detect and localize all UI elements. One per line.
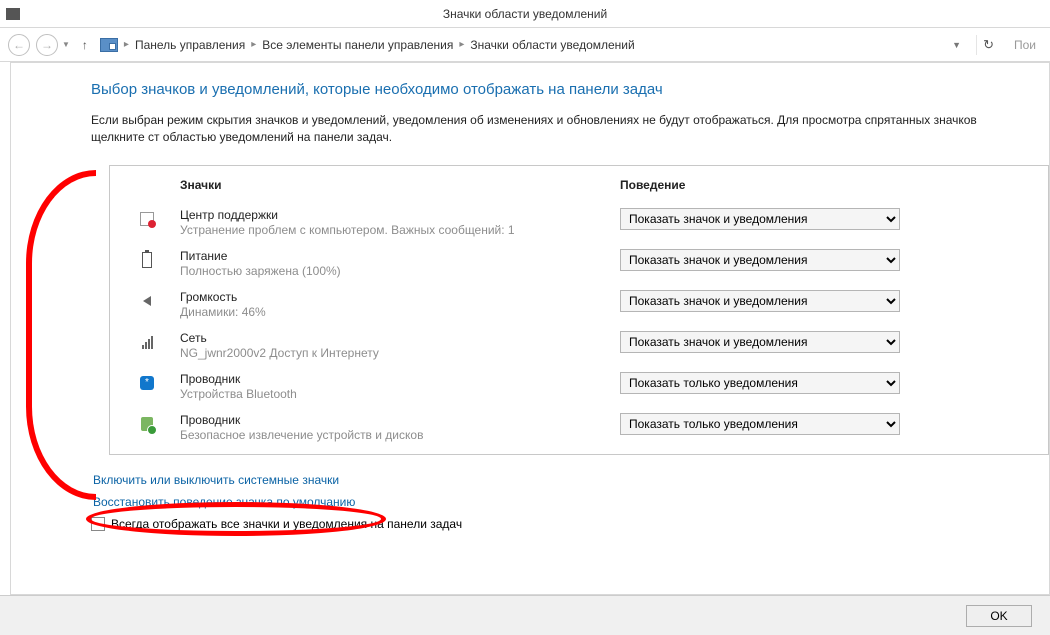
ok-button[interactable]: OK [966, 605, 1032, 627]
item-title: Проводник [180, 413, 620, 427]
always-show-row[interactable]: Всегда отображать все значки и уведомлен… [91, 517, 1049, 531]
table-row: СетьNG_jwnr2000v2 Доступ к ИнтернетуПока… [124, 325, 1034, 366]
chevron-right-icon: ▸ [124, 39, 129, 50]
table-row: * ПроводникУстройства BluetoothПоказать з… [124, 366, 1034, 407]
item-subtitle: Динамики: 46% [180, 305, 620, 319]
back-button[interactable]: ← [8, 34, 30, 56]
item-title: Питание [180, 249, 620, 263]
breadcrumb-item[interactable]: Значки области уведомлений [470, 38, 634, 52]
bluetooth-icon: * [138, 374, 156, 392]
safe-remove-icon [138, 415, 156, 433]
behavior-select[interactable]: Показать значок и уведомленияСкрыть знач… [620, 372, 900, 394]
item-subtitle: Безопасное извлечение устройств и дисков [180, 428, 620, 442]
table-row: Центр поддержкиУстранение проблем с комп… [124, 202, 1034, 243]
refresh-button[interactable]: ↻ [976, 35, 1000, 55]
volume-icon [138, 292, 156, 310]
titlebar: Значки области уведомлений [0, 0, 1050, 28]
item-title: Громкость [180, 290, 620, 304]
col-header-behavior: Поведение [620, 178, 1034, 192]
monitor-icon [6, 8, 20, 20]
behavior-select[interactable]: Показать значок и уведомленияСкрыть знач… [620, 208, 900, 230]
page-description: Если выбран режим скрытия значков и увед… [91, 112, 1031, 147]
col-header-icons: Значки [180, 178, 620, 192]
content-pane: Выбор значков и уведомлений, которые нео… [10, 62, 1050, 595]
links-block: Включить или выключить системные значки … [93, 473, 1049, 509]
item-subtitle: NG_jwnr2000v2 Доступ к Интернету [180, 346, 620, 360]
item-subtitle: Устройства Bluetooth [180, 387, 620, 401]
behavior-select[interactable]: Показать значок и уведомленияСкрыть знач… [620, 413, 900, 435]
page-heading: Выбор значков и уведомлений, которые нео… [91, 81, 1049, 98]
footer: OK [0, 595, 1050, 635]
forward-button[interactable]: → [36, 34, 58, 56]
link-system-icons[interactable]: Включить или выключить системные значки [93, 473, 1049, 487]
behavior-select[interactable]: Показать значок и уведомленияСкрыть знач… [620, 290, 900, 312]
breadcrumb-item[interactable]: Все элементы панели управления [262, 38, 453, 52]
action-center-icon [138, 210, 156, 228]
breadcrumb: Панель управления ▸ Все элементы панели … [135, 38, 635, 52]
location-monitor-icon [100, 38, 118, 52]
battery-icon [138, 251, 156, 269]
behavior-select[interactable]: Показать значок и уведомленияСкрыть знач… [620, 331, 900, 353]
address-dropdown-icon[interactable]: ▼ [952, 40, 966, 50]
chevron-right-icon: ▸ [459, 39, 464, 50]
nav-row: ← → ▼ ↑ ▸ Панель управления ▸ Все элемен… [0, 28, 1050, 62]
link-restore-default[interactable]: Восстановить поведение значка по умолчан… [93, 495, 1049, 509]
item-subtitle: Устранение проблем с компьютером. Важных… [180, 223, 620, 237]
network-icon [138, 333, 156, 351]
item-subtitle: Полностью заряжена (100%) [180, 264, 620, 278]
window-title: Значки области уведомлений [443, 7, 607, 21]
up-button[interactable]: ↑ [76, 36, 94, 54]
chevron-right-icon: ▸ [251, 39, 256, 50]
breadcrumb-item[interactable]: Панель управления [135, 38, 245, 52]
history-dropdown-icon[interactable]: ▼ [62, 40, 70, 49]
table-row: ПитаниеПолностью заряжена (100%)Показать… [124, 243, 1034, 284]
item-title: Проводник [180, 372, 620, 386]
always-show-checkbox[interactable] [91, 517, 105, 531]
search-input[interactable]: Пои [1010, 38, 1036, 52]
behavior-select[interactable]: Показать значок и уведомленияСкрыть знач… [620, 249, 900, 271]
item-title: Сеть [180, 331, 620, 345]
always-show-label: Всегда отображать все значки и уведомлен… [111, 517, 462, 531]
icons-table: Значки Поведение Центр поддержкиУстранен… [109, 165, 1049, 455]
table-row: ГромкостьДинамики: 46%Показать значок и … [124, 284, 1034, 325]
item-title: Центр поддержки [180, 208, 620, 222]
table-row: ПроводникБезопасное извлечение устройств… [124, 407, 1034, 448]
